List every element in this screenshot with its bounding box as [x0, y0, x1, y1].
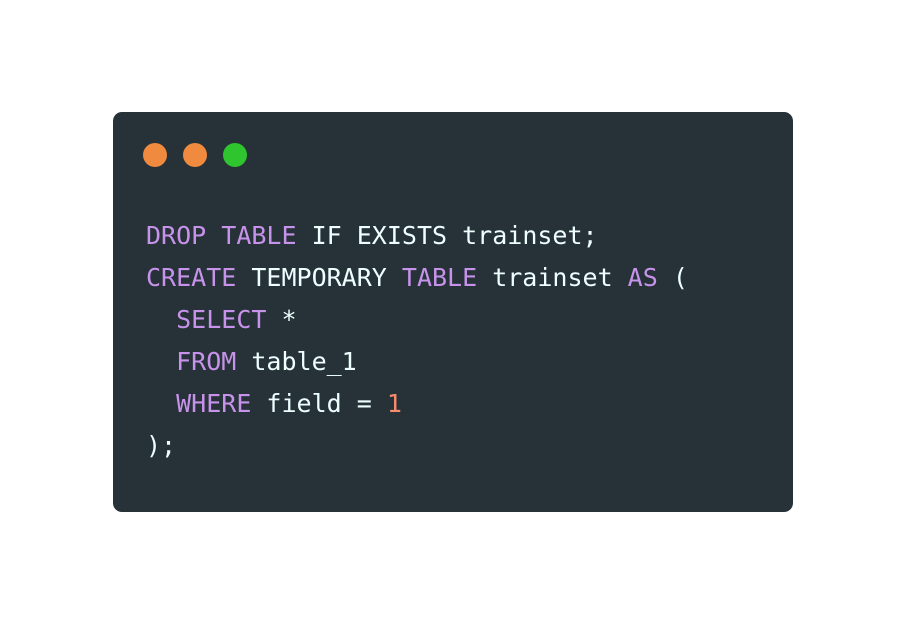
close-dot-icon[interactable]: [143, 143, 167, 167]
sql-text: (: [657, 263, 688, 292]
code-line: WHERE field = 1: [146, 383, 688, 425]
sql-keyword: AS: [627, 263, 658, 292]
code-block: DROP TABLE IF EXISTS trainset; CREATE TEM…: [146, 215, 688, 467]
code-line: DROP TABLE IF EXISTS trainset;: [146, 215, 688, 257]
sql-text: TEMPORARY: [236, 263, 402, 292]
sql-keyword: WHERE: [176, 389, 252, 418]
maximize-dot-icon[interactable]: [223, 143, 247, 167]
code-line: FROM table_1: [146, 341, 688, 383]
sql-text: );: [146, 431, 177, 460]
sql-number: 1: [386, 389, 402, 418]
window-controls: [143, 143, 247, 167]
sql-keyword: TABLE: [401, 263, 478, 292]
sql-keyword: CREATE: [146, 263, 237, 292]
code-line: CREATE TEMPORARY TABLE trainset AS (: [146, 257, 688, 299]
sql-keyword: SELECT: [176, 305, 267, 334]
code-line: SELECT *: [146, 299, 688, 341]
sql-keyword: DROP: [146, 221, 207, 250]
sql-text: trainset: [477, 263, 628, 292]
sql-keyword: TABLE: [221, 221, 297, 250]
sql-text: *: [266, 305, 297, 334]
sql-text: field =: [251, 389, 387, 418]
code-window: DROP TABLE IF EXISTS trainset; CREATE TEM…: [113, 112, 793, 512]
code-line: );: [146, 425, 688, 467]
sql-text: table_1: [236, 347, 357, 376]
minimize-dot-icon[interactable]: [183, 143, 207, 167]
sql-keyword: FROM: [176, 347, 237, 376]
sql-text: IF EXISTS trainset;: [296, 221, 598, 250]
